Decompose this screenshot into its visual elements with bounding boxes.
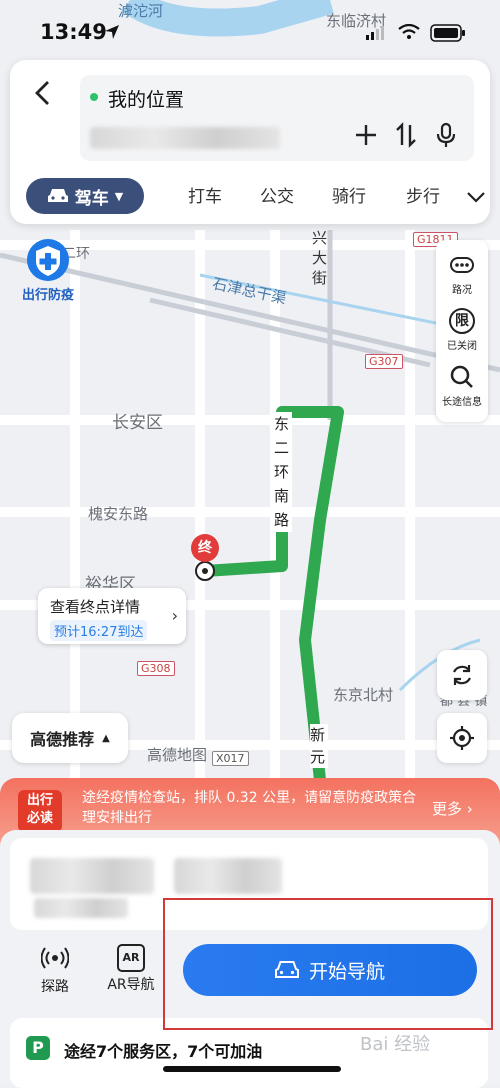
caret-down-icon: ▼ [114,189,124,203]
probe-label: 探路 [41,979,69,995]
map-label-logo: 高德地图 [147,746,208,764]
traffic-icon [450,257,474,273]
destination-field[interactable] [90,127,280,149]
locate-button[interactable] [437,713,487,763]
tool-longtrip[interactable]: 长途信息 [436,364,488,408]
car-icon [47,189,68,202]
mic-icon[interactable] [432,121,460,149]
ar-nav-button[interactable]: AR AR导航 [101,944,161,994]
tab-bike[interactable]: 骑行 [332,182,366,207]
chevron-down-icon[interactable] [466,190,486,204]
tab-bus[interactable]: 公交 [260,182,294,207]
search-icon [450,365,473,388]
notice-text: 途经疫情检查站，排队 0.32 公里，请留意防疫政策合理安排出行 [82,790,417,826]
map-label-district: 长安区 [112,413,163,433]
map-label-huaian-road: 槐安东路 [88,505,149,523]
broadcast-icon [40,947,70,969]
probe-button[interactable]: 探路 [25,944,85,996]
battery-icon [430,24,465,42]
notice-more-link[interactable]: 更多 › [432,798,473,819]
shield-g308: G308 [137,661,175,676]
watermark: Bai 经验 [360,1034,431,1055]
tab-drive-label: 驾车 [74,188,109,209]
status-bar: 13:49 [0,0,500,60]
destination-title: 查看终点详情 [50,598,141,616]
shield-g307: G307 [365,354,403,369]
refresh-route-button[interactable] [437,650,487,700]
tab-taxi[interactable]: 打车 [188,182,222,207]
triangle-up-icon: ▲ [102,732,110,744]
epidemic-badge-label: 出行防疫 [21,288,74,303]
back-icon[interactable] [28,78,58,108]
tool-restrict[interactable]: 限 已关闭 [436,308,488,352]
route-search-card: 我的位置 驾车 ▼ 打车 公交 骑行 步行 [10,60,490,224]
parking-icon: P [26,1036,50,1060]
tool-traffic[interactable]: 路况 [436,252,488,296]
origin-dot [90,93,98,101]
ar-icon: AR [117,944,145,972]
ar-nav-label: AR导航 [107,977,155,993]
tool-traffic-label: 路况 [452,285,472,296]
notice-badge: 出行 必读 [18,790,62,832]
chevron-right-icon: › [171,606,178,625]
destination-eta: 预计16:27到达 [50,620,148,641]
notice-badge-line1: 出行 [26,793,53,808]
map-label-road-vertical: 东二环南路 [274,412,292,532]
end-marker[interactable]: 终 [191,534,219,562]
plus-icon[interactable] [352,121,380,149]
tab-walk[interactable]: 步行 [406,182,440,207]
restrict-icon: 限 [449,308,475,334]
tab-drive[interactable]: 驾车 ▼ [26,178,144,214]
mode-tabs: 驾车 ▼ 打车 公交 骑行 步行 [26,178,486,214]
shield-plus-icon [27,239,69,281]
epidemic-badge[interactable]: 出行防疫 [16,238,80,306]
wifi-icon [398,24,420,39]
location-arrow-icon [105,25,119,39]
refresh-icon [453,665,471,685]
signal-icon [366,26,384,40]
service-area-text: 途经7个服务区，7个可加油 [64,1042,263,1061]
tool-restrict-label: 已关闭 [447,341,477,352]
route-distance-blurred [174,858,282,894]
route-inputs: 我的位置 [80,75,474,161]
highlight-frame [163,898,493,1030]
route-time-blurred [30,858,154,894]
tool-longtrip-label: 长途信息 [442,397,482,408]
shield-x017: X017 [212,751,249,766]
destination-detail-bubble[interactable]: 查看终点详情 预计16:27到达 › [38,588,186,644]
route-detail-blurred [34,898,128,918]
notice-badge-line2: 必读 [26,811,53,826]
home-indicator[interactable] [163,1066,341,1072]
origin-field[interactable]: 我的位置 [108,85,184,112]
gaode-recommend-label: 高德推荐 [30,730,95,749]
status-time: 13:49 [40,20,107,44]
map-right-toolbar: 路况 限 已关闭 长途信息 [436,240,488,422]
swap-icon[interactable] [392,121,420,149]
notice-more-label: 更多 [432,800,463,818]
map-label-xinyuan: 新 元 [310,724,328,768]
map-label-street: 兴 大 街 [312,229,328,287]
gaode-recommend-button[interactable]: 高德推荐 ▲ [12,713,128,763]
map-label-village: 东京北村 [333,686,394,704]
locate-icon [450,726,474,750]
